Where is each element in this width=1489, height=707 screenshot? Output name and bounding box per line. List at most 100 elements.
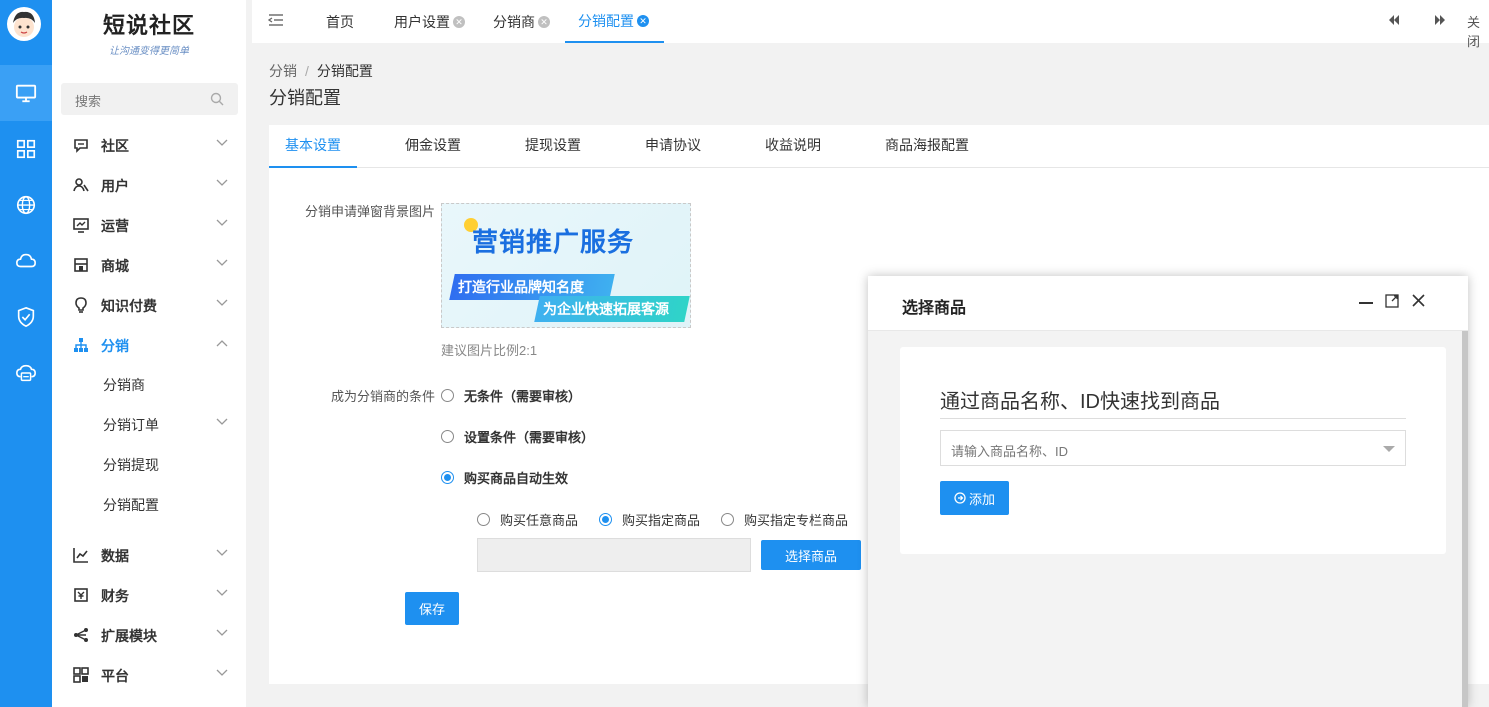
purchase-radio-any[interactable]: 购买任意商品	[477, 510, 578, 529]
radio-label: 设置条件（需要审核）	[464, 430, 595, 445]
selected-goods-field[interactable]	[477, 538, 751, 572]
save-button[interactable]: 保存	[405, 592, 459, 625]
radio-label: 购买指定商品	[622, 513, 701, 528]
condition-label: 成为分销商的条件	[330, 389, 435, 404]
minimize-icon[interactable]	[1359, 301, 1373, 305]
rail-cloud-server-icon[interactable]	[0, 345, 52, 401]
chevron-down-icon	[216, 629, 228, 636]
close-tabs-button[interactable]: 关闭	[1467, 12, 1489, 50]
chevron-up-icon	[216, 340, 228, 347]
sidebar-fold-icon[interactable]	[268, 13, 284, 27]
rail-desktop-icon[interactable]	[0, 65, 52, 121]
chevron-down-icon	[216, 418, 228, 425]
maximize-icon[interactable]	[1385, 294, 1399, 308]
radio-circle	[441, 389, 454, 402]
tab-basic-settings[interactable]: 基本设置	[269, 125, 357, 168]
tab-commission-settings[interactable]: 佣金设置	[389, 125, 477, 168]
tab-user-settings[interactable]: 用户设置 ✕	[394, 0, 465, 43]
condition-radio-none[interactable]: 无条件（需要审核）	[441, 386, 581, 405]
purchase-radio-specified[interactable]: 购买指定商品	[599, 510, 700, 529]
sidebar-item-users[interactable]: 用户	[52, 165, 246, 205]
sidebar-item-label: 社区	[101, 138, 129, 154]
sidebar-item-label: 数据	[101, 548, 129, 564]
condition-radio-purchase[interactable]: 购买商品自动生效	[441, 468, 568, 487]
platform-icon	[73, 667, 89, 683]
sidebar-item-label: 知识付费	[101, 298, 157, 314]
tabs-scroll-right-icon[interactable]	[1434, 14, 1446, 26]
sidebar-item-finance[interactable]: 财务	[52, 575, 246, 615]
chevron-down-icon	[216, 299, 228, 306]
top-tab-bar: 首页 用户设置 ✕ 分销商 ✕ 分销配置 ✕ 关闭	[252, 0, 1489, 49]
tab-home[interactable]: 首页	[326, 0, 354, 43]
sidebar-search[interactable]: 搜索	[61, 83, 238, 115]
tab-application-agreement[interactable]: 申请协议	[629, 125, 717, 168]
chevron-down-icon	[216, 139, 228, 146]
store-icon	[74, 258, 88, 272]
banner-line: 打造行业品牌知名度	[458, 279, 584, 295]
tab-goods-poster-config[interactable]: 商品海报配置	[869, 125, 985, 168]
tab-distributors[interactable]: 分销商 ✕	[493, 0, 550, 43]
sidebar-subitem-distribution-orders[interactable]: 分销订单	[52, 403, 246, 443]
sidebar: 短说社区 让沟通变得更简单 搜索 社区 用户 运营 商城 知识付费 分销 分销商	[52, 0, 246, 707]
goods-select[interactable]: 请输入商品名称、ID	[940, 430, 1406, 466]
breadcrumb: 分销 / 分销配置	[269, 61, 373, 81]
select-goods-button[interactable]: 选择商品	[761, 540, 861, 570]
rail-cloud-icon[interactable]	[0, 233, 52, 289]
sidebar-item-extensions[interactable]: 扩展模块	[52, 615, 246, 655]
radio-label: 无条件（需要审核）	[464, 389, 582, 404]
tabs-scroll-left-icon[interactable]	[1388, 14, 1400, 26]
avatar[interactable]	[7, 7, 41, 41]
chevron-down-icon	[216, 589, 228, 596]
add-button-label: 添加	[968, 491, 995, 507]
logo[interactable]: 短说社区 让沟通变得更简单	[52, 0, 246, 64]
close-icon[interactable]: ✕	[453, 15, 465, 28]
close-icon[interactable]: ✕	[538, 15, 550, 28]
logo-subtitle: 让沟通变得更简单	[109, 46, 189, 57]
search-icon[interactable]	[210, 92, 224, 106]
radio-circle	[599, 513, 612, 526]
tab-label: 分销商	[493, 13, 535, 30]
sidebar-item-label: 商城	[101, 258, 129, 274]
sidebar-subitem-distributors[interactable]: 分销商	[52, 363, 246, 403]
finance-icon	[74, 588, 88, 602]
condition-radio-set[interactable]: 设置条件（需要审核）	[441, 427, 594, 446]
sidebar-item-platform[interactable]: 平台	[52, 655, 246, 695]
sidebar-item-store[interactable]: 商城	[52, 245, 246, 285]
tab-distribution-config[interactable]: 分销配置 ✕	[565, 0, 664, 43]
sidebar-item-distribution[interactable]: 分销	[52, 325, 246, 365]
sitemap-icon	[74, 338, 88, 352]
purchase-radio-column[interactable]: 购买指定专栏商品	[721, 510, 848, 529]
close-icon[interactable]: ✕	[637, 14, 649, 27]
icon-rail	[0, 0, 52, 707]
breadcrumb-parent[interactable]: 分销	[269, 63, 297, 79]
chevron-down-icon	[216, 179, 228, 186]
sidebar-item-community[interactable]: 社区	[52, 125, 246, 165]
sidebar-item-data[interactable]: 数据	[52, 535, 246, 575]
image-ratio-hint: 建议图片比例2:1	[441, 343, 538, 358]
breadcrumb-separator: /	[305, 63, 309, 79]
plus-circle-icon	[954, 492, 966, 504]
radio-circle	[477, 513, 490, 526]
search-input[interactable]: 搜索	[75, 91, 101, 110]
rail-apps-icon[interactable]	[0, 121, 52, 177]
radio-label: 购买指定专栏商品	[744, 513, 849, 528]
tab-label: 分销配置	[578, 12, 634, 29]
sidebar-item-operations[interactable]: 运营	[52, 205, 246, 245]
rail-shield-icon[interactable]	[0, 289, 52, 345]
tab-withdraw-settings[interactable]: 提现设置	[509, 125, 597, 168]
sidebar-item-paid-knowledge[interactable]: 知识付费	[52, 285, 246, 325]
sidebar-subitem-distribution-withdraw[interactable]: 分销提现	[52, 443, 246, 483]
bg-image-upload[interactable]: 营销推广服务 打造行业品牌知名度 为企业快速拓展客源	[441, 203, 691, 328]
tab-earnings-description[interactable]: 收益说明	[749, 125, 837, 168]
tab-label: 首页	[326, 13, 354, 30]
close-icon[interactable]	[1412, 294, 1425, 307]
sidebar-subitem-label: 分销提现	[103, 457, 159, 473]
modal-title: 选择商品	[902, 300, 967, 317]
rail-globe-icon[interactable]	[0, 177, 52, 233]
add-button[interactable]: 添加	[940, 481, 1009, 515]
share-icon	[74, 628, 88, 642]
sidebar-item-label: 用户	[101, 178, 129, 194]
modal-panel: 通过商品名称、ID快速找到商品 请输入商品名称、ID 添加	[900, 347, 1446, 554]
sidebar-subitem-distribution-config[interactable]: 分销配置	[52, 483, 246, 523]
modal-scrollbar[interactable]	[1462, 331, 1468, 707]
